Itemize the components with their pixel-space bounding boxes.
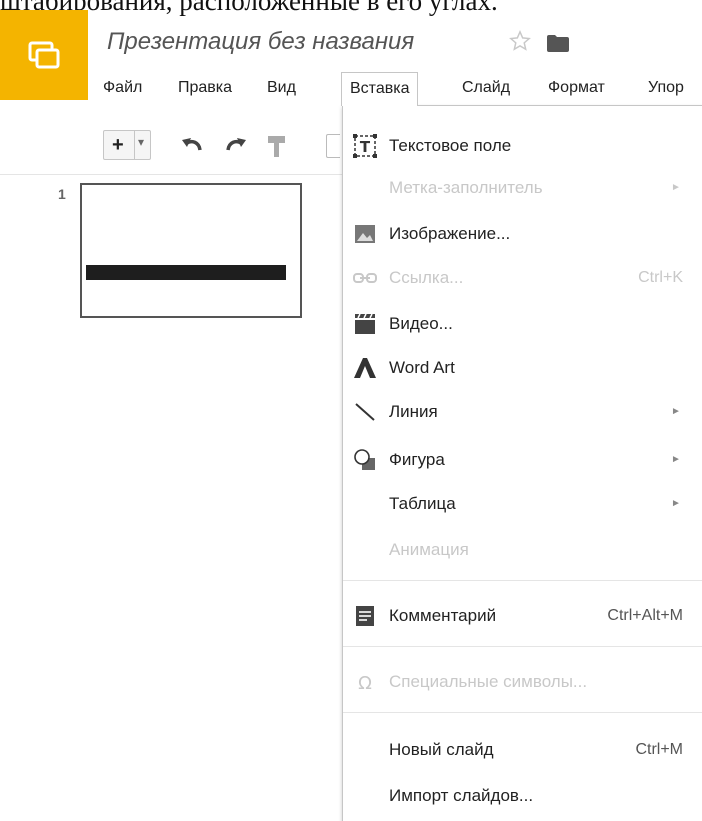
menu-item-label: Word Art — [389, 358, 455, 377]
document-title[interactable]: Презентация без названия — [107, 28, 414, 56]
star-icon[interactable] — [509, 30, 531, 52]
menu-item-shortcut: Ctrl+K — [638, 269, 683, 286]
submenu-arrow-icon: ► — [671, 498, 681, 509]
menu-item-image[interactable]: Изображение... — [343, 214, 702, 254]
slide-number: 1 — [58, 186, 66, 202]
menu-item-label: Таблица — [389, 494, 456, 513]
new-slide-icon: + — [112, 134, 124, 156]
undo-icon[interactable] — [180, 134, 206, 156]
menu-item-shortcut: Ctrl+Alt+M — [607, 607, 683, 624]
svg-text:Ω: Ω — [358, 673, 372, 694]
video-icon — [355, 313, 375, 334]
chevron-down-icon[interactable]: ▾ — [138, 135, 144, 149]
menu-item-comment[interactable]: Комментарий Ctrl+Alt+M — [343, 596, 702, 636]
menu-item-shortcut: Ctrl+M — [635, 741, 683, 758]
slides-logo-icon — [28, 41, 60, 69]
menu-item-label: Комментарий — [389, 606, 497, 625]
menu-item-line[interactable]: Линия ► — [343, 392, 702, 432]
submenu-arrow-icon: ► — [671, 406, 681, 417]
menu-item-label: Ссылка... — [389, 268, 464, 287]
menu-item-label: Новый слайд — [389, 740, 494, 759]
folder-icon[interactable] — [547, 35, 569, 52]
menu-separator — [343, 646, 702, 647]
menu-item-label: Видео... — [389, 314, 453, 333]
menu-item-label: Линия — [389, 402, 438, 421]
submenu-arrow-icon: ► — [671, 454, 681, 465]
menu-item-label: Импорт слайдов... — [389, 786, 534, 805]
insert-menu: T Текстовое поле Метка-заполнитель ► Изо… — [342, 105, 702, 821]
svg-text:T: T — [360, 138, 371, 156]
menu-item-import-slides[interactable]: Импорт слайдов... — [343, 776, 702, 816]
menu-item-text-box[interactable]: T Текстовое поле — [343, 126, 702, 166]
menu-item-label: Текстовое поле — [389, 136, 512, 155]
menu-arrange[interactable]: Упор — [640, 72, 692, 104]
submenu-arrow-icon: ► — [671, 182, 681, 193]
menu-item-label: Фигура — [389, 450, 445, 469]
menu-item-new-slide[interactable]: Новый слайд Ctrl+M — [343, 730, 702, 770]
menu-item-label: Изображение... — [389, 224, 511, 243]
line-icon — [355, 403, 375, 421]
button-divider — [134, 131, 135, 159]
menu-separator — [343, 712, 702, 713]
menu-item-animation: Анимация — [343, 530, 702, 570]
slides-logo[interactable] — [0, 10, 88, 100]
menu-item-word-art[interactable]: Word Art — [343, 348, 702, 388]
comment-icon — [356, 606, 374, 626]
slide-content-bar — [86, 265, 286, 280]
menu-slide[interactable]: Слайд — [454, 72, 518, 104]
menu-insert[interactable]: Вставка — [341, 72, 419, 106]
menu-item-link: Ссылка... Ctrl+K — [343, 258, 702, 298]
menu-item-label: Специальные символы... — [389, 672, 588, 691]
menu-format[interactable]: Формат — [540, 72, 613, 104]
app-window: штабирования, расположенные в его углах.… — [0, 0, 702, 821]
menu-item-video[interactable]: Видео... — [343, 304, 702, 344]
menu-item-label: Метка-заполнитель — [389, 178, 543, 197]
toolbar-button-partial[interactable] — [326, 134, 340, 158]
menu-item-shape[interactable]: Фигура ► — [343, 440, 702, 480]
slide-thumbnail[interactable] — [80, 183, 302, 318]
menu-item-label: Анимация — [389, 540, 469, 559]
redo-icon[interactable] — [222, 134, 248, 156]
menu-file[interactable]: Файл — [95, 72, 150, 104]
shape-icon — [354, 449, 375, 470]
menu-item-special-chars: Ω Специальные символы... — [343, 662, 702, 702]
paint-format-icon[interactable] — [266, 134, 288, 158]
text-box-icon: T — [353, 134, 377, 158]
menu-separator — [343, 580, 702, 581]
word-art-icon — [354, 358, 376, 378]
menu-item-placeholder: Метка-заполнитель ► — [343, 168, 702, 208]
omega-icon: Ω — [358, 673, 372, 694]
menu-item-table[interactable]: Таблица ► — [343, 484, 702, 524]
menu-edit[interactable]: Правка — [170, 72, 240, 104]
link-icon — [353, 273, 377, 283]
menu-view[interactable]: Вид — [259, 72, 304, 104]
image-icon — [355, 225, 375, 243]
new-slide-button[interactable]: + ▾ — [103, 130, 151, 160]
